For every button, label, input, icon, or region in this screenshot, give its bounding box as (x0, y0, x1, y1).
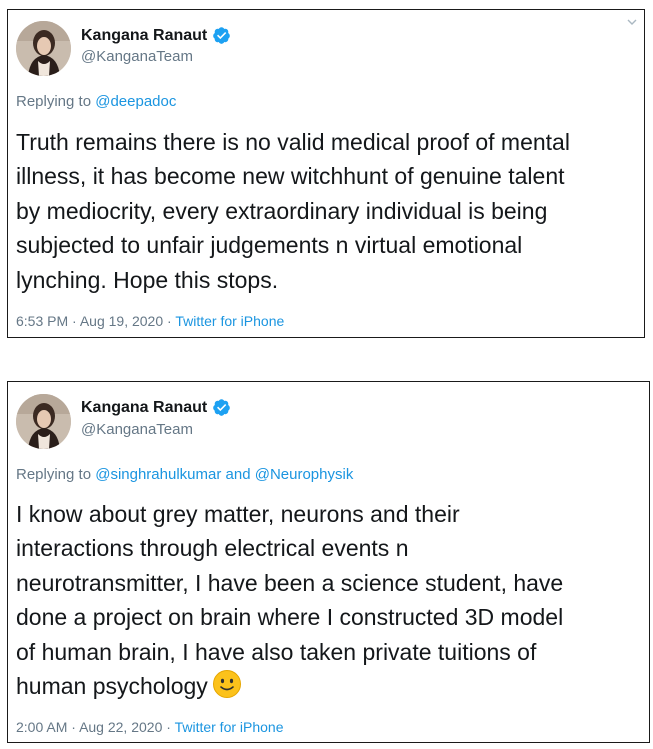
avatar[interactable] (16, 394, 71, 449)
profile-photo-icon (16, 394, 71, 449)
tweet-text-line: subjected to unfair judgements n virtual… (16, 232, 523, 259)
avatar[interactable] (16, 21, 71, 76)
replying-to-line: Replying to @deepadoc (16, 93, 176, 110)
tweet-text-line: human psychology (16, 673, 208, 700)
author-display-name[interactable]: Kangana Ranaut (81, 27, 207, 45)
tweet-text-line: lynching. Hope this stops. (16, 266, 279, 293)
tweet-text-line: of human brain, I have also taken privat… (16, 638, 537, 665)
chevron-down-icon[interactable] (626, 16, 638, 28)
reply-mention-link[interactable]: @Neurophysik (255, 466, 354, 483)
meta-separator: · (166, 719, 171, 735)
replying-to-label: Replying to (16, 466, 92, 483)
tweet-text: I know about grey matter, neurons and th… (16, 497, 643, 703)
meta-separator: · (71, 719, 76, 735)
verified-badge-icon (213, 399, 231, 416)
author-display-name[interactable]: Kangana Ranaut (81, 399, 207, 417)
meta-separator: · (72, 313, 77, 329)
tweet-text-line: Truth remains there is no valid medical … (16, 129, 570, 155)
tweet-text-line: illness, it has become new witchhunt of … (16, 163, 565, 190)
tweet-text-line: by mediocrity, every extraordinary indiv… (16, 197, 548, 224)
replying-to-line: Replying to @singhrahulkumar and @Neurop… (16, 466, 353, 483)
tweet-text-line: neurotransmitter, I have been a science … (16, 569, 564, 596)
tweet-source-link[interactable]: Twitter for iPhone (175, 313, 284, 329)
tweet-time[interactable]: 6:53 PM (16, 313, 68, 329)
tweet-date[interactable]: Aug 22, 2020 (79, 719, 162, 735)
tweet-text: Truth remains there is no valid medical … (16, 125, 638, 297)
slightly-smiling-face-icon (212, 670, 241, 699)
tweet-text-line: done a project on brain where I construc… (16, 604, 564, 631)
reply-mention-joiner[interactable]: and (226, 466, 251, 483)
reply-mention-link[interactable]: @deepadoc (95, 93, 176, 110)
replying-to-label: Replying to (16, 93, 92, 110)
author-handle[interactable]: @KanganaTeam (81, 421, 193, 438)
tweet-text-line: I know about grey matter, neurons and th… (16, 501, 460, 527)
tweet-meta: 2:00 AM · Aug 22, 2020 · Twitter for iPh… (16, 719, 284, 735)
author-name-row: Kangana Ranaut (81, 26, 231, 45)
author-handle[interactable]: @KanganaTeam (81, 48, 193, 65)
profile-photo-icon (16, 21, 71, 76)
tweet-meta: 6:53 PM · Aug 19, 2020 · Twitter for iPh… (16, 313, 284, 329)
tweet-card[interactable]: Kangana Ranaut @KanganaTeam Replying to … (7, 9, 645, 338)
tweet-date[interactable]: Aug 19, 2020 (80, 313, 163, 329)
verified-badge-icon (213, 27, 231, 44)
meta-separator: · (167, 313, 172, 329)
tweet-card[interactable]: Kangana Ranaut @KanganaTeam Replying to … (7, 381, 650, 743)
tweet-text-line: interactions through electrical events n (16, 535, 409, 562)
author-name-row: Kangana Ranaut (81, 398, 231, 417)
tweet-source-link[interactable]: Twitter for iPhone (175, 719, 284, 735)
reply-mention-link[interactable]: @singhrahulkumar (95, 466, 221, 483)
tweet-text-line-last: human psychology (16, 669, 643, 703)
tweet-time[interactable]: 2:00 AM (16, 719, 67, 735)
